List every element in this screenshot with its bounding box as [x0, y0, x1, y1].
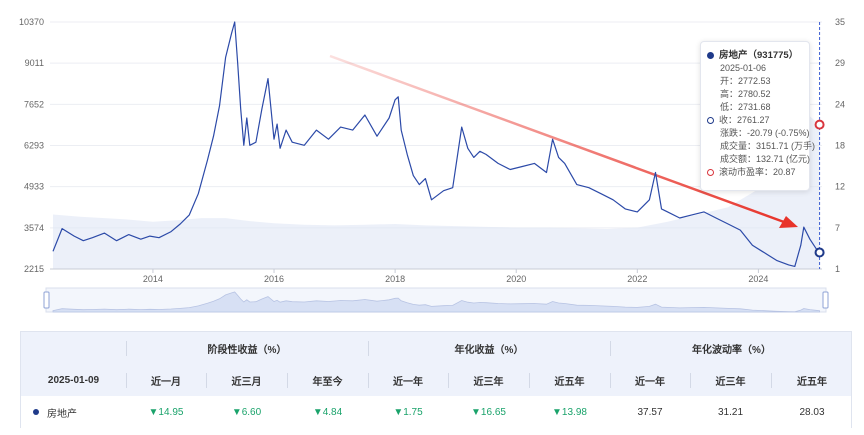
tooltip-open: 开：2772.53 — [720, 76, 771, 86]
y-left-tick-label: 4933 — [24, 182, 44, 192]
val-vol-5y: 28.03 — [799, 406, 825, 418]
y-right-tick-label: 24 — [835, 99, 845, 109]
chart-area: 10370 9011 7652 6293 4933 3574 2215 35 29 24 18 12 7… — [0, 0, 864, 320]
y-left-tick-label: 3574 — [24, 223, 44, 233]
col-vol-5y: 近五年 — [797, 377, 827, 388]
group-stage-return: 阶段性收益（%） — [207, 345, 287, 356]
val-vol-1y: 37.57 — [637, 406, 663, 418]
table-column-header: 2025-01-09 近一月 近三月 年至今 近一年 近三年 近五年 近一年 近… — [21, 365, 851, 396]
val-5y: ▼13.98 — [552, 406, 587, 418]
col-3y: 近三年 — [473, 377, 504, 388]
table-date: 2025-01-09 — [47, 375, 100, 386]
col-vol-3y: 近三年 — [715, 377, 746, 388]
x-tick-label: 2018 — [385, 274, 405, 284]
series-dot-icon — [33, 409, 39, 415]
col-3m: 近三月 — [231, 377, 262, 388]
col-5y: 近五年 — [554, 377, 585, 388]
tooltip-volume: 成交量：3151.71 (万手) — [720, 141, 816, 151]
table-row: 房地产 ▼14.95 ▼6.60 ▼4.84 ▼1.75 ▼16.65 ▼13.… — [21, 396, 851, 428]
pe-marker-icon — [707, 169, 714, 176]
y-left-tick-label: 10370 — [19, 17, 44, 27]
range-handle-left[interactable] — [43, 291, 50, 309]
tooltip-high: 高：2780.52 — [720, 89, 771, 99]
val-3m: ▼6.60 — [231, 406, 262, 418]
x-tick-label: 2024 — [748, 274, 768, 284]
y-left-tick-label: 6293 — [24, 141, 44, 151]
close-marker-icon — [707, 117, 714, 124]
tooltip-date: 2025-01-06 — [720, 63, 767, 73]
y-left-tick-label: 7652 — [24, 99, 44, 109]
y-right-tick-label: 12 — [835, 182, 845, 192]
x-tick-label: 2014 — [143, 274, 163, 284]
returns-table: 阶段性收益（%） 年化收益（%） 年化波动率（%） 2025-01-09 近一月… — [20, 331, 852, 428]
group-annual-volatility: 年化波动率（%） — [692, 345, 771, 356]
y-right-tick-label: 1 — [835, 264, 840, 274]
y-left-tick-label: 2215 — [24, 264, 44, 274]
col-1m: 近一月 — [151, 377, 181, 388]
col-1y: 近一年 — [393, 377, 423, 388]
x-tick-label: 2020 — [506, 274, 526, 284]
y-right-tick-label: 18 — [835, 141, 845, 151]
y-right-tick-label: 29 — [835, 58, 845, 68]
range-handle-right[interactable] — [822, 291, 829, 309]
y-right-tick-label: 35 — [835, 17, 845, 27]
y-right-tick-label: 7 — [835, 223, 840, 233]
tooltip-pe: 滚动市盈率：20.87 — [719, 167, 796, 177]
tooltip-close: 收：2761.27 — [719, 115, 770, 125]
val-1m: ▼14.95 — [148, 406, 184, 418]
close-marker — [814, 247, 825, 258]
chart-tooltip: 房地产（931775） 2025-01-06 开：2772.53 高：2780.… — [700, 41, 816, 191]
x-tick-label: 2022 — [627, 274, 647, 284]
val-vol-3y: 31.21 — [717, 406, 744, 418]
pe-marker — [814, 119, 825, 130]
y-left-tick-label: 9011 — [25, 58, 44, 68]
x-tick-label: 2016 — [264, 274, 284, 284]
val-ytd: ▼4.84 — [312, 406, 343, 418]
group-annual-return: 年化收益（%） — [454, 345, 524, 356]
val-1y: ▼1.75 — [393, 406, 423, 418]
tooltip-turnover: 成交额：132.71 (亿元) — [720, 154, 811, 164]
val-3y: ▼16.65 — [471, 406, 506, 418]
tooltip-title: 房地产（931775） — [719, 50, 799, 61]
col-vol-1y: 近一年 — [635, 377, 665, 388]
row-name: 房地产 — [47, 408, 77, 420]
tooltip-change: 涨跌：-20.79 (-0.75%) — [720, 128, 810, 138]
tooltip-low: 低：2731.68 — [720, 102, 771, 112]
col-ytd: 年至今 — [312, 377, 343, 388]
table-group-header: 阶段性收益（%） 年化收益（%） 年化波动率（%） — [21, 332, 851, 365]
series-dot-icon — [707, 52, 714, 59]
